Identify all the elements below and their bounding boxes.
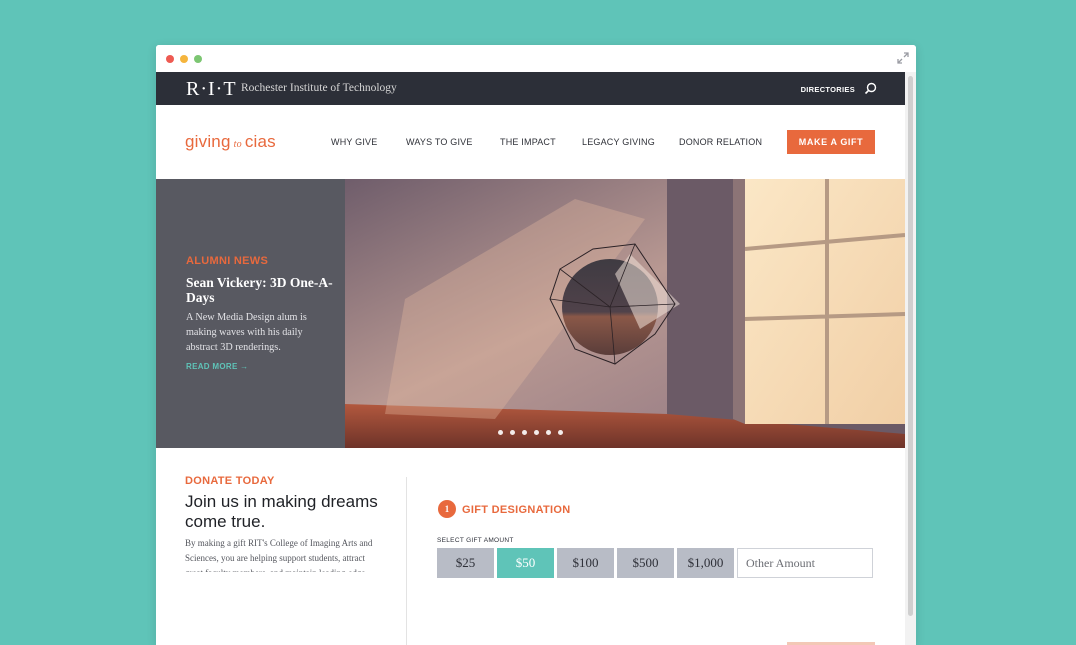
nav-donor-relation[interactable]: DONOR RELATION [679,137,762,147]
other-amount-input[interactable] [737,548,873,578]
carousel-dot[interactable] [558,430,563,435]
gift-amount-label: SELECT GIFT AMOUNT [437,537,514,544]
amount-1000-button[interactable]: $1,000 [677,548,734,578]
carousel-dot[interactable] [546,430,551,435]
amount-50-button[interactable]: $50 [497,548,554,578]
minimize-window-button[interactable] [180,55,188,63]
hero-carousel: ALUMNI NEWS Sean Vickery: 3D One-A-Days … [156,179,905,448]
hero-image [345,179,905,448]
read-more-link[interactable]: READ MORE → [186,362,248,371]
rit-logo[interactable]: R·I·T [186,78,237,101]
fullscreen-icon[interactable] [896,51,910,65]
hero-kicker: ALUMNI NEWS [186,255,269,267]
amount-500-button[interactable]: $500 [617,548,674,578]
donate-body: By making a gift RIT's College of Imagin… [185,538,373,572]
logo-word-cias: cias [244,132,276,151]
nav-the-impact[interactable]: THE IMPACT [500,137,556,147]
hero-description: A New Media Design alum is making waves … [186,312,307,353]
directories-link[interactable]: DIRECTORIES [801,85,855,94]
scrollbar-thumb[interactable] [908,76,913,616]
maximize-window-button[interactable] [194,55,202,63]
web-page: R·I·T Rochester Institute of Technology … [156,72,905,645]
make-a-gift-button[interactable]: MAKE A GIFT [787,130,875,154]
logo-word-to: to [233,139,242,150]
step-title: GIFT DESIGNATION [462,504,571,516]
site-logo[interactable]: giving to cias [185,132,276,152]
carousel-dot[interactable] [534,430,539,435]
amount-100-button[interactable]: $100 [557,548,614,578]
carousel-dot[interactable] [522,430,527,435]
search-icon[interactable] [864,82,877,95]
section-divider [406,477,407,645]
scrollbar[interactable] [905,72,916,645]
window-chrome [156,45,916,72]
donate-kicker: DONATE TODAY [185,475,275,487]
nav-legacy-giving[interactable]: LEGACY GIVING [582,137,655,147]
amount-25-button[interactable]: $25 [437,548,494,578]
carousel-dot[interactable] [510,430,515,435]
nav-ways-to-give[interactable]: WAYS TO GIVE [406,137,473,147]
step-number-badge: 1 [438,500,456,518]
close-window-button[interactable] [166,55,174,63]
institution-name: Rochester Institute of Technology [241,82,397,94]
carousel-dot[interactable] [498,430,503,435]
hero-title: Sean Vickery: 3D One-A-Days [186,275,333,305]
donate-section: DONATE TODAY Join us in making dreams co… [156,448,905,645]
logo-word-giving: giving [185,132,231,151]
nav-why-give[interactable]: WHY GIVE [331,137,377,147]
donate-headline: Join us in making dreams come true. [185,492,378,531]
browser-window: R·I·T Rochester Institute of Technology … [156,45,916,645]
utility-bar: R·I·T Rochester Institute of Technology … [156,72,905,105]
main-navigation: giving to cias WHY GIVE WAYS TO GIVE THE I… [156,105,905,179]
